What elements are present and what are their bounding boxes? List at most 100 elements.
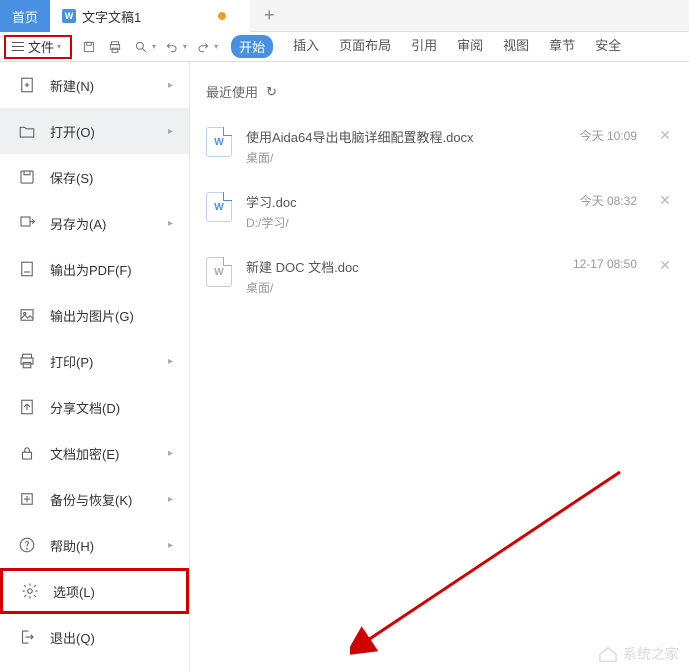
doc-file-icon: W bbox=[206, 127, 232, 157]
sidebar-item-open[interactable]: 打开(O) ▸ bbox=[0, 108, 189, 154]
file-name: 新建 DOC 文档.doc bbox=[246, 257, 573, 276]
tab-home[interactable]: 首页 bbox=[0, 0, 50, 32]
toolbar: 文件 ▾ ▾ ▾ ▾ 开始 插入 页面布局 引用 审阅 视图 章节 安全 bbox=[0, 32, 689, 62]
backup-icon bbox=[18, 490, 36, 508]
chevron-right-icon: ▸ bbox=[168, 356, 173, 367]
gear-icon bbox=[21, 582, 39, 600]
annotation-arrow bbox=[350, 462, 630, 662]
sidebar-item-save[interactable]: 保存(S) bbox=[0, 154, 189, 200]
word-icon: W bbox=[62, 9, 76, 23]
chevron-right-icon: ▸ bbox=[168, 494, 173, 505]
sidebar-label: 新建(N) bbox=[50, 76, 94, 95]
chevron-right-icon: ▸ bbox=[168, 218, 173, 229]
file-info: 使用Aida64导出电脑详细配置教程.docx 桌面/ bbox=[246, 127, 580, 166]
sidebar-item-share[interactable]: 分享文档(D) bbox=[0, 384, 189, 430]
refresh-icon[interactable]: ↻ bbox=[266, 84, 277, 100]
print-icon[interactable] bbox=[105, 37, 125, 57]
main-area: 新建(N) ▸ 打开(O) ▸ 保存(S) 另存为(A) ▸ 输出为PDF(F)… bbox=[0, 62, 689, 672]
sidebar-label: 备份与恢复(K) bbox=[50, 490, 132, 509]
recent-title: 最近使用 bbox=[206, 82, 258, 101]
remove-recent-button[interactable]: ✕ bbox=[657, 192, 673, 209]
sidebar-item-exit[interactable]: 退出(Q) bbox=[0, 614, 189, 660]
file-info: 新建 DOC 文档.doc 桌面/ bbox=[246, 257, 573, 296]
file-path: D:/学习/ bbox=[246, 214, 580, 231]
ribbon-tab-chapter[interactable]: 章节 bbox=[549, 35, 575, 58]
recent-header: 最近使用 ↻ bbox=[206, 82, 673, 101]
tab-document-title: 文字文稿1 bbox=[82, 7, 141, 26]
sidebar-label: 保存(S) bbox=[50, 168, 93, 187]
sidebar-item-help[interactable]: 帮助(H) ▸ bbox=[0, 522, 189, 568]
lock-icon bbox=[18, 444, 36, 462]
sidebar-item-exportpdf[interactable]: 输出为PDF(F) bbox=[0, 246, 189, 292]
pdf-icon bbox=[18, 260, 36, 278]
recent-file-row[interactable]: W 新建 DOC 文档.doc 桌面/ 12-17 08:50 ✕ bbox=[206, 249, 673, 314]
sidebar-label: 文档加密(E) bbox=[50, 444, 119, 463]
ribbon-tab-insert[interactable]: 插入 bbox=[293, 35, 319, 58]
file-time: 12-17 08:50 bbox=[573, 257, 637, 271]
recent-file-row[interactable]: W 使用Aida64导出电脑详细配置教程.docx 桌面/ 今天 10:09 ✕ bbox=[206, 119, 673, 184]
file-name: 使用Aida64导出电脑详细配置教程.docx bbox=[246, 127, 580, 146]
tab-add-button[interactable]: + bbox=[250, 0, 289, 31]
file-info: 学习.doc D:/学习/ bbox=[246, 192, 580, 231]
new-icon bbox=[18, 76, 36, 94]
share-icon bbox=[18, 398, 36, 416]
saveas-icon bbox=[18, 214, 36, 232]
redo-icon[interactable] bbox=[193, 37, 213, 57]
chevron-down-icon: ▾ bbox=[57, 42, 61, 51]
ribbon-tab-security[interactable]: 安全 bbox=[595, 35, 621, 58]
doc-file-icon: W bbox=[206, 192, 232, 222]
chevron-down-icon[interactable]: ▾ bbox=[214, 42, 218, 51]
tab-document[interactable]: W 文字文稿1 bbox=[50, 0, 250, 32]
file-name: 学习.doc bbox=[246, 192, 580, 211]
modified-indicator bbox=[218, 12, 226, 20]
sidebar-item-saveas[interactable]: 另存为(A) ▸ bbox=[0, 200, 189, 246]
sidebar-label: 分享文档(D) bbox=[50, 398, 120, 417]
sidebar-label: 输出为PDF(F) bbox=[50, 260, 132, 279]
ribbon-tab-layout[interactable]: 页面布局 bbox=[339, 35, 391, 58]
sidebar-item-backup[interactable]: 备份与恢复(K) ▸ bbox=[0, 476, 189, 522]
file-path: 桌面/ bbox=[246, 149, 580, 166]
chevron-down-icon[interactable]: ▾ bbox=[152, 42, 156, 51]
exit-icon bbox=[18, 628, 36, 646]
ribbon-tab-review[interactable]: 审阅 bbox=[457, 35, 483, 58]
sidebar-label: 打开(O) bbox=[50, 122, 95, 141]
help-icon bbox=[18, 536, 36, 554]
sidebar-item-encrypt[interactable]: 文档加密(E) ▸ bbox=[0, 430, 189, 476]
sidebar-item-exportimg[interactable]: 输出为图片(G) bbox=[0, 292, 189, 338]
file-menu-button[interactable]: 文件 ▾ bbox=[4, 35, 72, 59]
ribbon-tab-ref[interactable]: 引用 bbox=[411, 35, 437, 58]
undo-icon[interactable] bbox=[162, 37, 182, 57]
recent-files-panel: 最近使用 ↻ W 使用Aida64导出电脑详细配置教程.docx 桌面/ 今天 … bbox=[190, 62, 689, 672]
tab-bar: 首页 W 文字文稿1 + bbox=[0, 0, 689, 32]
sidebar-label: 选项(L) bbox=[53, 582, 95, 601]
save-icon bbox=[18, 168, 36, 186]
print-icon bbox=[18, 352, 36, 370]
chevron-down-icon[interactable]: ▾ bbox=[183, 42, 187, 51]
recent-file-row[interactable]: W 学习.doc D:/学习/ 今天 08:32 ✕ bbox=[206, 184, 673, 249]
sidebar-item-print[interactable]: 打印(P) ▸ bbox=[0, 338, 189, 384]
sidebar-label: 退出(Q) bbox=[50, 628, 95, 647]
ribbon-tab-start[interactable]: 开始 bbox=[231, 35, 273, 58]
ribbon-tabs: 开始 插入 页面布局 引用 审阅 视图 章节 安全 bbox=[231, 35, 621, 58]
remove-recent-button[interactable]: ✕ bbox=[657, 257, 673, 274]
remove-recent-button[interactable]: ✕ bbox=[657, 127, 673, 144]
chevron-right-icon: ▸ bbox=[168, 80, 173, 91]
chevron-right-icon: ▸ bbox=[168, 448, 173, 459]
preview-icon[interactable] bbox=[131, 37, 151, 57]
file-time: 今天 08:32 bbox=[580, 192, 637, 209]
sidebar-item-options[interactable]: 选项(L) bbox=[0, 568, 189, 614]
hamburger-icon bbox=[12, 42, 24, 52]
doc-file-icon: W bbox=[206, 257, 232, 287]
sidebar-item-new[interactable]: 新建(N) ▸ bbox=[0, 62, 189, 108]
sidebar-label: 另存为(A) bbox=[50, 214, 106, 233]
save-icon[interactable] bbox=[79, 37, 99, 57]
sidebar-label: 帮助(H) bbox=[50, 536, 94, 555]
chevron-right-icon: ▸ bbox=[168, 126, 173, 137]
ribbon-tab-view[interactable]: 视图 bbox=[503, 35, 529, 58]
chevron-right-icon: ▸ bbox=[168, 540, 173, 551]
file-time: 今天 10:09 bbox=[580, 127, 637, 144]
folder-open-icon bbox=[18, 122, 36, 140]
sidebar-label: 输出为图片(G) bbox=[50, 306, 134, 325]
file-menu-label: 文件 bbox=[28, 37, 54, 56]
watermark: 系统之家 bbox=[597, 644, 679, 664]
